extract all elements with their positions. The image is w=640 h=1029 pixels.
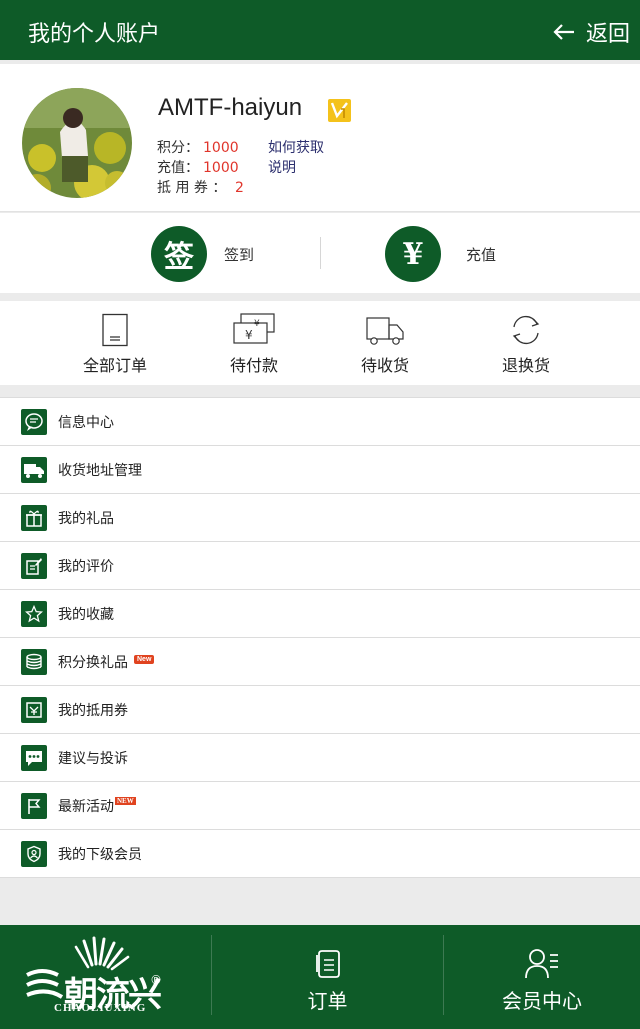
money-bills-icon: ¥ ¥ xyxy=(233,313,275,344)
order-all-label: 全部订单 xyxy=(82,356,147,375)
recharge-info-link[interactable]: 说明 xyxy=(268,160,296,176)
menu-item-points-exchange[interactable]: 积分换礼品 New xyxy=(0,638,640,686)
menu-item-label: 信息中心 xyxy=(58,414,114,431)
member-shield-icon xyxy=(21,840,47,867)
account-menu: 信息中心 收货地址管理 我的礼品 我的评价 我的收藏 积分换礼品 New 我的抵… xyxy=(0,397,640,878)
points-label: 积分： xyxy=(157,140,199,156)
menu-item-text: 积分换礼品 xyxy=(58,654,128,671)
truck-icon xyxy=(21,456,47,483)
menu-item-address[interactable]: 收货地址管理 xyxy=(0,446,640,494)
tab-orders-label: 订单 xyxy=(307,989,348,1013)
logo-english: CHAOLIUXING xyxy=(54,1002,147,1014)
avatar[interactable] xyxy=(22,88,132,198)
top-bar: 我的个人账户 返回 xyxy=(0,0,640,60)
back-button[interactable]: 返回 xyxy=(552,16,630,48)
order-pending-payment-label: 待付款 xyxy=(229,356,278,375)
order-pending-payment[interactable]: ¥ ¥ 待付款 xyxy=(189,301,319,385)
menu-item-label: 我的下级会员 xyxy=(58,846,142,863)
checkin-label: 签到 xyxy=(224,245,255,264)
menu-item-label: 建议与投诉 xyxy=(58,750,128,767)
points-how-link[interactable]: 如何获取 xyxy=(268,140,324,156)
menu-item-gifts[interactable]: 我的礼品 xyxy=(0,494,640,542)
review-edit-icon xyxy=(21,552,47,579)
divider xyxy=(320,237,321,269)
coins-stack-icon xyxy=(21,648,47,675)
recharge-value: 1000 xyxy=(203,160,239,176)
menu-item-feedback[interactable]: 建议与投诉 xyxy=(0,734,640,782)
recharge-button[interactable]: ¥ 充值 xyxy=(385,226,496,282)
order-returns-label: 退换货 xyxy=(501,356,550,375)
page-title: 我的个人账户 xyxy=(28,22,161,47)
tab-orders[interactable]: 订单 xyxy=(212,925,443,1029)
flag-icon xyxy=(21,792,47,819)
menu-item-label: 我的礼品 xyxy=(58,510,114,527)
arrow-left-icon xyxy=(553,24,574,40)
tab-member-center-label: 会员中心 xyxy=(502,989,582,1013)
menu-item-label: 积分换礼品 New xyxy=(58,652,155,672)
menu-item-label: 最新活动 NEW xyxy=(58,796,136,816)
order-list-icon xyxy=(102,313,128,347)
back-label: 返回 xyxy=(585,22,630,47)
quick-actions: 签 签到 ¥ 充值 xyxy=(0,213,640,293)
account-stats: 积分： 1000 如何获取 充值： 1000 说明 抵 用 券 ： 2 xyxy=(157,138,324,198)
menu-item-label: 我的抵用券 xyxy=(58,702,128,719)
checkin-icon: 签 xyxy=(151,226,207,282)
coupon-icon xyxy=(21,696,47,723)
recharge-button-label: 充值 xyxy=(466,245,497,264)
vip-badge-icon xyxy=(328,99,351,122)
exchange-cycle-icon xyxy=(512,315,540,345)
yen-icon: ¥ xyxy=(385,226,441,282)
tab-member-center[interactable]: 会员中心 xyxy=(444,925,640,1029)
menu-item-favorites[interactable]: 我的收藏 xyxy=(0,590,640,638)
menu-item-messages[interactable]: 信息中心 xyxy=(0,398,640,446)
profile-card: AMTF-haiyun 积分： 1000 如何获取 充值： 1000 说明 抵 用 券 … xyxy=(0,64,640,212)
order-pending-receipt[interactable]: 待收货 xyxy=(320,301,450,385)
checkin-button[interactable]: 签 签到 xyxy=(151,226,254,282)
order-status-row: 全部订单 ¥ ¥ 待付款 待收货 退换货 xyxy=(0,301,640,385)
coupon-label: 抵 用 券 ： xyxy=(157,180,227,196)
svg-text:¥: ¥ xyxy=(254,319,260,329)
bottom-nav: 朝流兴 ® CHAOLIUXING 订单 会员中心 xyxy=(0,925,640,1029)
recharge-label: 充值： xyxy=(157,160,199,176)
new-badge: New xyxy=(134,654,155,664)
chat-dots-icon xyxy=(21,744,47,771)
menu-item-text: 最新活动 xyxy=(58,798,114,815)
user-profile-icon xyxy=(525,949,558,979)
gift-icon xyxy=(21,504,47,531)
username: AMTF-haiyun xyxy=(158,94,303,121)
order-pending-receipt-label: 待收货 xyxy=(360,356,409,375)
order-returns[interactable]: 退换货 xyxy=(461,301,591,385)
order-all[interactable]: 全部订单 xyxy=(50,301,180,385)
message-bubble-icon xyxy=(21,408,47,435)
menu-item-events[interactable]: 最新活动 NEW xyxy=(0,782,640,830)
menu-item-label: 我的评价 xyxy=(58,558,114,575)
menu-item-coupons[interactable]: 我的抵用券 xyxy=(0,686,640,734)
star-icon xyxy=(21,600,47,627)
svg-text:¥: ¥ xyxy=(245,328,253,342)
delivery-truck-icon xyxy=(366,317,404,345)
new-badge: NEW xyxy=(115,796,136,805)
document-icon xyxy=(315,950,340,978)
brand-logo[interactable]: 朝流兴 ® CHAOLIUXING xyxy=(22,935,182,1019)
registered-mark: ® xyxy=(150,973,162,987)
menu-item-label: 收货地址管理 xyxy=(58,462,142,479)
menu-item-sub-members[interactable]: 我的下级会员 xyxy=(0,830,640,878)
points-value: 1000 xyxy=(203,140,239,156)
coupon-value: 2 xyxy=(235,180,244,196)
menu-item-reviews[interactable]: 我的评价 xyxy=(0,542,640,590)
menu-item-label: 我的收藏 xyxy=(58,606,114,623)
